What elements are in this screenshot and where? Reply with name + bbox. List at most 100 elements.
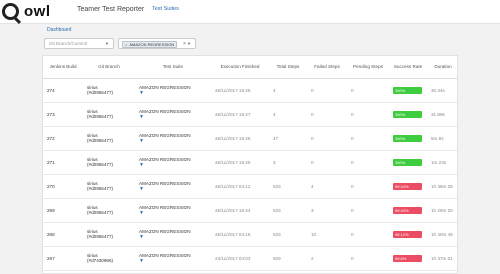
caret-down-icon[interactable]: ▼ [139,162,211,168]
table-row[interactable]: 274 sirius (#d0955477) AMAZON REGRESSION ▼ 26… [43,78,457,103]
build-cell[interactable]: 273 [43,102,83,127]
finished-cell: 26/11/2017 15:29 [211,78,269,103]
failed-steps-cell: 0 [307,150,347,175]
nav-link-test-suites[interactable]: Test Suites [152,6,179,12]
logo-icon [2,2,19,20]
branch-filter-select[interactable]: Git Branch/Commit ▼ [44,38,114,49]
column-header[interactable]: Git Branch [83,56,135,79]
caret-down-icon[interactable]: ▼ [139,258,211,264]
suite-cell[interactable]: AMAZON REGRESSION ▼ [135,126,211,151]
column-header[interactable]: Test Suite [135,56,211,79]
build-cell[interactable]: 271 [43,150,83,175]
branch-cell: sirius (#d0955477) [83,102,135,127]
suite-cell[interactable]: AMAZON REGRESSION ▼ [135,78,211,103]
branch-cell: sirius (#d0955477) [83,198,135,223]
table-row[interactable]: 271 sirius (#d0955477) AMAZON REGRESSION ▼ 26… [43,150,457,175]
finished-cell: 25/11/2017 16:44 [211,198,269,223]
failed-steps-cell: 0 [307,102,347,127]
branch-cell: sirius (#d0955477) [83,126,135,151]
column-header[interactable]: Success Rate [389,56,427,79]
total-steps-cell: 533 [269,174,307,199]
success-rate-badge: 100% [393,110,422,118]
table-row[interactable]: 269 sirius (#d0955477) AMAZON REGRESSION ▼ 25… [43,198,457,223]
column-header[interactable]: Jenkins Build [43,56,83,79]
app-title: Teamer Test Reporter [77,6,145,13]
caret-down-icon[interactable]: ▼ [139,210,211,216]
finished-cell: 24/11/2017 04:03 [211,246,269,271]
build-cell[interactable]: 267 [43,246,83,271]
success-rate-badge: 99.43% [393,206,422,214]
table-row[interactable]: 270 sirius (#d0955477) AMAZON REGRESSION ▼ 26… [43,174,457,199]
duration-cell: 1h 29m 20 [427,198,457,223]
column-header[interactable]: Execution Finished [211,56,269,79]
commit-hash: (#d7430966) [87,258,114,263]
table-row[interactable]: 267 sirius (#d7430966) AMAZON REGRESSION ▼ 24… [43,246,457,271]
duration-cell: 1h 37m 01 [427,246,457,271]
success-rate-badge: 100% [393,158,422,166]
column-header[interactable]: Failed Steps [307,56,347,79]
suite-cell[interactable]: AMAZON REGRESSION ▼ [135,246,211,271]
success-rate-badge: 100% [393,134,422,142]
column-header[interactable]: Total Steps [269,56,307,79]
success-rate-cell: 98.12% [389,222,427,247]
caret-down-icon[interactable]: ▼ [139,90,211,96]
pending-steps-cell: 0 [347,150,389,175]
success-rate-badge: 99.6% [393,254,422,262]
duration-cell: 1h 40m 49 [427,222,457,247]
commit-hash: (#d0955477) [87,162,114,167]
finished-cell: 26/11/2017 15:20 [211,150,269,175]
failed-steps-cell: 2 [307,246,347,271]
duration-cell: 1h 35m 09 [427,174,457,199]
column-header[interactable]: Pending Steps [347,56,389,79]
suite-cell[interactable]: AMAZON REGRESSION ▼ [135,198,211,223]
branch-cell: sirius (#d7430966) [83,246,135,271]
success-rate-badge: 98.12% [393,230,422,238]
total-steps-cell: 509 [269,246,307,271]
tag-remove-icon[interactable]: × [125,42,127,47]
column-header[interactable]: Duration [427,56,457,79]
pending-steps-cell: 0 [347,78,389,103]
build-cell[interactable]: 274 [43,78,83,103]
success-rate-badge: 100% [393,86,422,94]
total-steps-cell: 4 [269,78,307,103]
success-rate-cell: 99.24% [389,174,427,199]
suite-filter-select[interactable]: × AMAZON REGRESSION × ▼ [118,38,196,49]
build-cell[interactable]: 269 [43,198,83,223]
success-rate-cell: 99.6% [389,246,427,271]
caret-down-icon[interactable]: ▼ [139,186,211,192]
branch-cell: sirius (#d0955477) [83,78,135,103]
commit-hash: (#d0955477) [87,186,114,191]
finished-cell: 25/11/2017 04:16 [211,222,269,247]
build-cell[interactable]: 268 [43,222,83,247]
logo[interactable]: owl [2,2,51,20]
failed-steps-cell: 0 [307,78,347,103]
success-rate-cell: 100% [389,102,427,127]
total-steps-cell: 4 [269,102,307,127]
caret-down-icon[interactable]: ▼ [139,234,211,240]
pending-steps-cell: 0 [347,126,389,151]
suite-cell[interactable]: AMAZON REGRESSION ▼ [135,150,211,175]
clear-filter-icon[interactable]: × [183,41,186,47]
table-row[interactable]: 272 sirius (#d0955477) AMAZON REGRESSION ▼ 26… [43,126,457,151]
table-row[interactable]: 273 sirius (#d0955477) AMAZON REGRESSION ▼ 26… [43,102,457,127]
chevron-down-icon: ▼ [105,41,109,46]
pending-steps-cell: 0 [347,102,389,127]
caret-down-icon[interactable]: ▼ [139,114,211,120]
table-row[interactable]: 268 sirius (#d0955477) AMAZON REGRESSION ▼ 25… [43,222,457,247]
suite-cell[interactable]: AMAZON REGRESSION ▼ [135,102,211,127]
logo-text: owl [24,2,51,20]
total-steps-cell: 47 [269,126,307,151]
suite-tag-label: AMAZON REGRESSION [129,41,175,47]
suite-cell[interactable]: AMAZON REGRESSION ▼ [135,222,211,247]
build-cell[interactable]: 272 [43,126,83,151]
suite-cell[interactable]: AMAZON REGRESSION ▼ [135,174,211,199]
failed-steps-cell: 10 [307,222,347,247]
failed-steps-cell: 4 [307,174,347,199]
caret-down-icon[interactable]: ▼ [139,138,211,144]
build-cell[interactable]: 270 [43,174,83,199]
success-rate-cell: 100% [389,126,427,151]
breadcrumb[interactable]: Dashboard [47,27,71,33]
commit-hash: (#d0955477) [87,138,114,143]
pending-steps-cell: 0 [347,174,389,199]
test-runs-table: Jenkins Build Git Branch Test Suite Executi… [42,55,458,274]
